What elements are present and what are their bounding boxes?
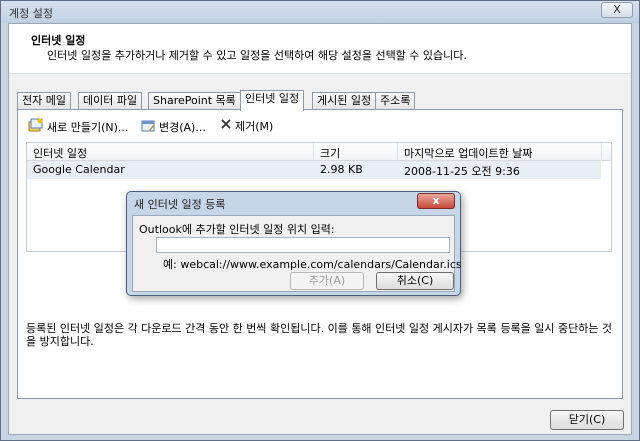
change-button-label: 변경(A)... [159, 121, 206, 134]
change-calendar-icon [140, 118, 156, 138]
row-size: 2.98 KB [320, 163, 363, 176]
new-calendar-icon [28, 118, 44, 138]
column-separator [601, 143, 602, 161]
dialog-close-button[interactable]: x [417, 193, 455, 209]
tab-internet-calendars[interactable]: 인터넷 일정 [240, 90, 305, 111]
remove-x-icon [220, 118, 232, 136]
new-button[interactable]: 새로 만들기(N)... [28, 118, 128, 136]
close-button[interactable]: 닫기(C) [550, 410, 624, 430]
column-separator [313, 143, 314, 161]
column-separator [397, 143, 398, 161]
account-settings-window: 계정 설정 X 인터넷 일정 인터넷 일정을 추가하거나 제거할 수 있고 일정… [0, 0, 640, 441]
header-area: 인터넷 일정 인터넷 일정을 추가하거나 제거할 수 있고 일정을 선택하여 해… [9, 24, 631, 74]
tab-published-calendars[interactable]: 게시된 일정 [312, 92, 377, 110]
calendar-location-input[interactable] [156, 237, 450, 253]
dialog-title: 새 인터넷 일정 등록 [134, 198, 226, 211]
tab-email[interactable]: 전자 메일 [17, 92, 71, 110]
window-close-button[interactable]: X [601, 2, 633, 18]
location-label: Outlook에 추가할 인터넷 일정 위치 입력: [139, 223, 335, 236]
tab-sharepoint-lists[interactable]: SharePoint 목록 [148, 92, 241, 110]
window-titlebar: 계정 설정 X [1, 1, 639, 23]
row-calendar-name: Google Calendar [33, 163, 125, 176]
window-title: 계정 설정 [9, 7, 53, 20]
panel-note: 등록된 인터넷 일정은 각 다운로드 간격 동안 한 번씩 확인됩니다. 이를 … [26, 322, 613, 348]
row-updated: 2008-11-25 오전 9:36 [404, 165, 520, 178]
cancel-button[interactable]: 취소(C) [376, 272, 454, 290]
remove-button[interactable]: 제거(M) [220, 118, 273, 136]
column-header-size[interactable]: 크기 [320, 145, 340, 161]
example-text: 예: webcal://www.example.com/calendars/Ca… [163, 258, 462, 271]
tab-address-books[interactable]: 주소록 [375, 92, 416, 110]
list-header: 인터넷 일정 크기 마지막으로 업데이트한 날짜 [27, 143, 611, 161]
table-row[interactable]: Google Calendar 2.98 KB 2008-11-25 오전 9:… [27, 161, 601, 179]
dialog-body: Outlook에 추가할 인터넷 일정 위치 입력: 예: webcal://w… [132, 215, 462, 292]
new-internet-calendar-dialog: 새 인터넷 일정 등록 x Outlook에 추가할 인터넷 일정 위치 입력:… [126, 191, 462, 296]
page-description: 인터넷 일정을 추가하거나 제거할 수 있고 일정을 선택하여 해당 설정을 선… [47, 49, 467, 62]
column-header-updated[interactable]: 마지막으로 업데이트한 날짜 [404, 145, 532, 161]
column-header-calendar[interactable]: 인터넷 일정 [33, 145, 87, 161]
tab-data-files[interactable]: 데이터 파일 [78, 92, 143, 110]
change-button[interactable]: 변경(A)... [140, 118, 206, 136]
new-button-label: 새로 만들기(N)... [47, 121, 129, 134]
remove-button-label: 제거(M) [235, 120, 274, 133]
page-title: 인터넷 일정 [31, 34, 86, 47]
add-button[interactable]: 추가(A) [290, 272, 364, 290]
